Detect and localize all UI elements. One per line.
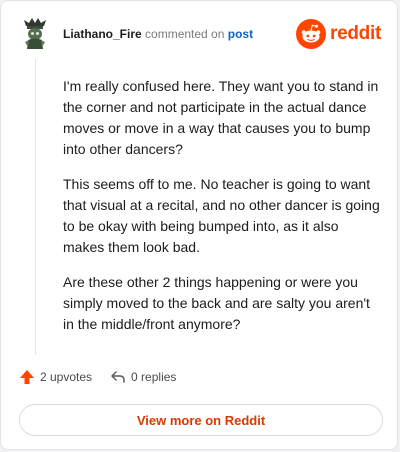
comment-actions: 2 upvotes 0 replies xyxy=(19,369,194,385)
reddit-logo[interactable]: reddit xyxy=(296,17,381,51)
comment-embed-card: Liathano_Fire commented on post reddit I… xyxy=(0,0,398,450)
view-more-button[interactable]: View more on Reddit xyxy=(19,404,383,436)
user-avatar[interactable] xyxy=(21,17,49,51)
commented-on-label: commented on xyxy=(145,27,225,41)
comment-paragraph: Are these other 2 things happening or we… xyxy=(63,274,370,332)
username-link[interactable]: Liathano_Fire xyxy=(63,27,142,41)
reply-count: 0 replies xyxy=(131,370,177,384)
post-link[interactable]: post xyxy=(228,27,253,41)
reply-arrow-icon xyxy=(111,371,125,383)
comment-header: Liathano_Fire commented on post reddit xyxy=(21,15,381,55)
reddit-snoo-icon xyxy=(296,19,327,49)
reddit-wordmark: reddit xyxy=(330,23,381,44)
upvote-arrow-icon xyxy=(20,370,34,384)
upvote-count: 2 upvotes xyxy=(40,370,93,384)
comment-attribution: Liathano_Fire commented on post xyxy=(63,27,253,41)
comment-paragraph: I'm really confused here. They want you … xyxy=(63,78,379,157)
comment-body: I'm really confused here. They want you … xyxy=(63,76,383,349)
comment-paragraph: This seems off to me. No teacher is goin… xyxy=(63,176,380,255)
thread-line xyxy=(35,59,36,355)
reply-button[interactable]: 0 replies xyxy=(110,369,176,385)
upvote-button[interactable]: 2 upvotes xyxy=(19,369,92,385)
avatar-icon xyxy=(24,18,46,49)
